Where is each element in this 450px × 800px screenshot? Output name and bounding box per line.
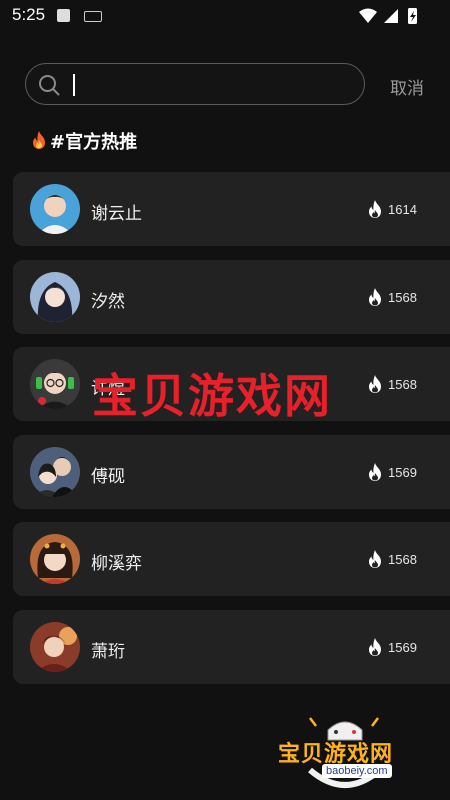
- keyboard-icon: [84, 11, 102, 22]
- watermark-url: baobeiy.com: [322, 764, 392, 778]
- status-bar: 5:25: [0, 0, 450, 32]
- cancel-button[interactable]: 取消: [390, 74, 424, 99]
- heat-value: 1614: [388, 202, 417, 217]
- heat-value: 1568: [388, 377, 417, 392]
- signal-icon: [384, 9, 398, 23]
- list-item[interactable]: 谢云止 1614: [13, 172, 450, 246]
- avatar: [30, 446, 80, 497]
- list-item[interactable]: 柳溪弈 1568: [13, 522, 450, 596]
- flame-icon: [369, 200, 381, 218]
- flame-icon: [369, 550, 381, 568]
- list-item[interactable]: 傅砚 1569: [13, 434, 450, 509]
- character-name: 汐然: [91, 291, 125, 312]
- flame-icon: [369, 287, 381, 306]
- heat-value: 1568: [388, 552, 417, 567]
- avatar: [30, 184, 80, 234]
- heat-value: 1568: [388, 289, 417, 305]
- character-name: 柳溪弈: [91, 554, 142, 574]
- avatar: [30, 271, 80, 322]
- status-time: 5:25: [12, 5, 46, 24]
- heat-value: 1569: [388, 639, 417, 655]
- search-bar[interactable]: [25, 63, 365, 105]
- list-item[interactable]: 汐然 1568: [13, 259, 450, 334]
- character-name: 傅砚: [91, 466, 125, 487]
- flame-icon: [369, 637, 381, 656]
- flame-icon: [369, 375, 381, 393]
- avatar: [30, 359, 80, 409]
- watermark-center: 宝贝游戏网: [92, 369, 332, 423]
- section-title: #官方热推: [30, 128, 137, 154]
- wifi-icon: [359, 8, 377, 23]
- text-caret: [73, 74, 75, 96]
- notification-a-icon: [57, 9, 70, 22]
- heat-value: 1569: [388, 464, 417, 480]
- status-icons: [359, 8, 417, 24]
- list-item[interactable]: 萧珩 1569: [13, 609, 450, 684]
- avatar: [30, 621, 80, 672]
- fire-icon: [33, 131, 45, 149]
- character-name: 谢云止: [91, 204, 142, 224]
- search-icon: [39, 75, 60, 96]
- search-input[interactable]: [72, 70, 346, 100]
- avatar: [30, 534, 80, 584]
- watermark-corner: 宝贝游戏网 baobeiy.com: [270, 700, 420, 790]
- flame-icon: [369, 462, 381, 481]
- section-title-text: #官方热推: [50, 132, 138, 153]
- hot-list: 谢云止 1614 汐然 1568 许煜 1568 傅砚 1569 柳溪弈 156…: [13, 172, 450, 697]
- character-name: 萧珩: [91, 641, 125, 662]
